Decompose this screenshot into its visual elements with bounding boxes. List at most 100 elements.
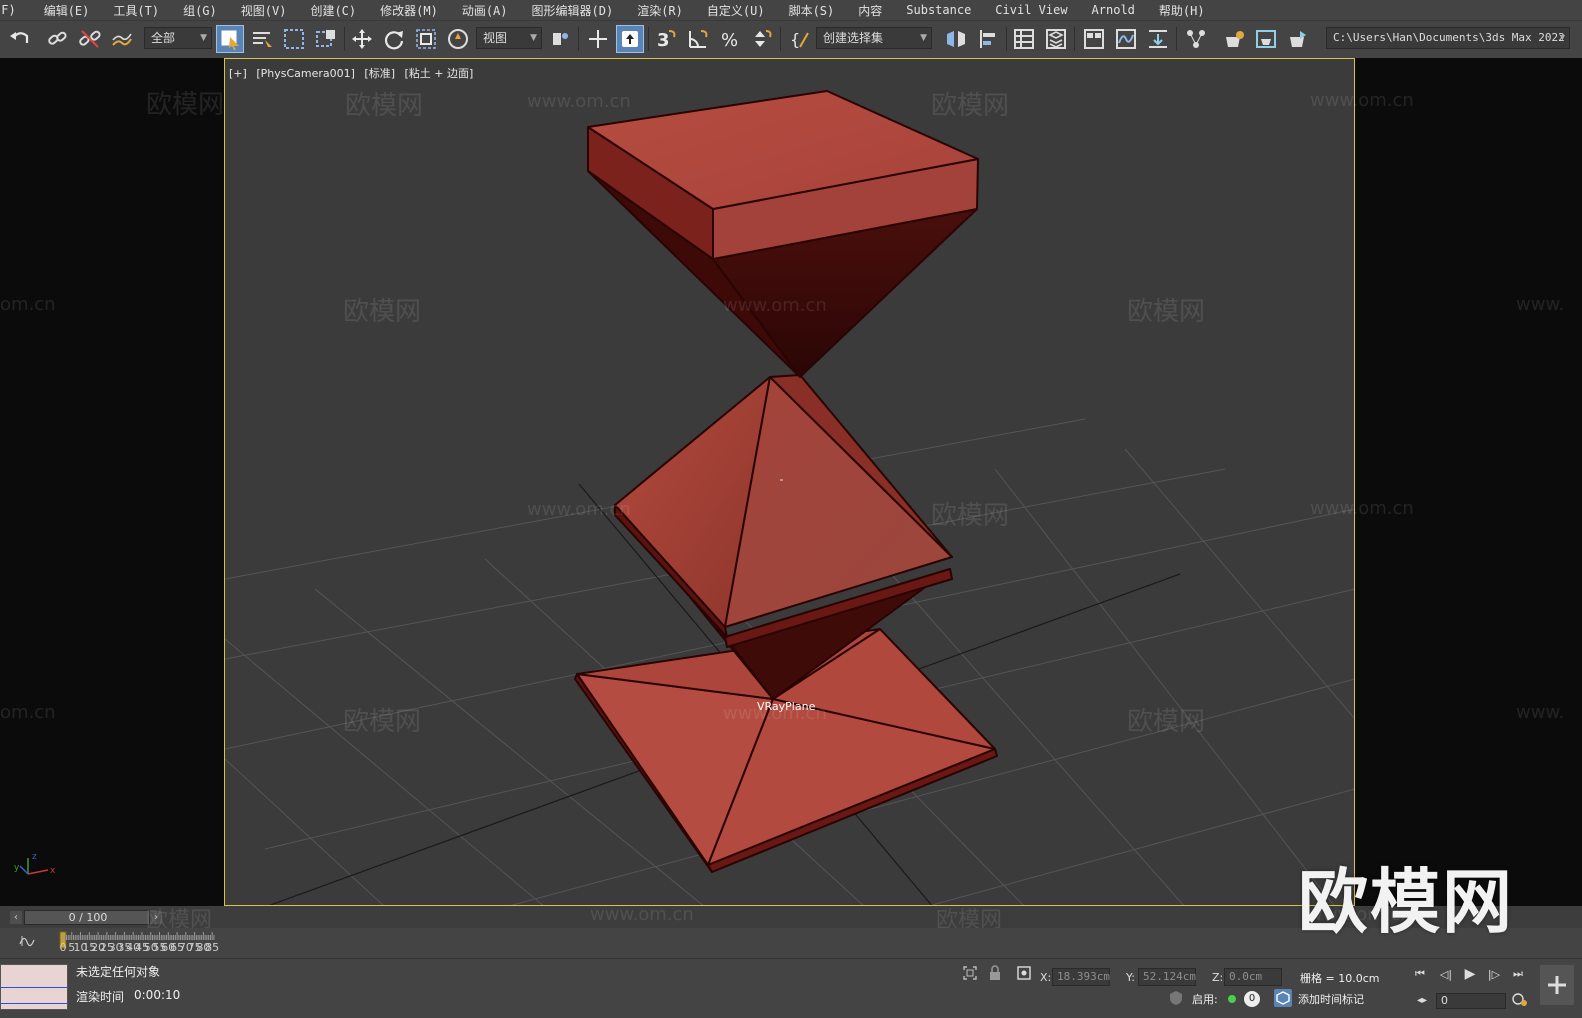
menu-item[interactable]: 修改器(M) <box>380 2 438 19</box>
previous-frame-button[interactable]: ◁| <box>1436 965 1456 983</box>
toggle-ribbon-button[interactable] <box>1080 25 1108 53</box>
viewport-area: [+] [PhysCamera001] [标准] [粘土 + 边面] VRayP… <box>0 58 1582 906</box>
menu-item[interactable]: 帮助(H) <box>1159 2 1205 19</box>
brand-watermark-logo: 欧模网 <box>1298 861 1514 943</box>
prev-frame-slider-button[interactable]: ‹ <box>10 911 22 924</box>
menu-item[interactable]: 工具(T) <box>113 2 159 19</box>
watermark-url: www.om.cn <box>723 295 827 316</box>
layer-explorer-button[interactable] <box>1042 25 1070 53</box>
viewport-camera-menu[interactable]: [PhysCamera001] <box>256 67 355 80</box>
rendered-frame-window-button[interactable] <box>1252 25 1280 53</box>
x-coord-field[interactable]: 18.393cm <box>1052 968 1110 986</box>
go-to-start-button[interactable]: ⏮ <box>1410 965 1430 983</box>
go-to-end-button[interactable]: ⏭ <box>1508 965 1528 983</box>
menu-item[interactable]: 创建(C) <box>310 2 356 19</box>
schematic-view-button[interactable] <box>1144 25 1172 53</box>
keyboard-shortcut-override-button[interactable] <box>616 25 644 53</box>
y-coord-label: Y: <box>1126 971 1135 984</box>
camera-viewport[interactable]: [+] [PhysCamera001] [标准] [粘土 + 边面] VRayP… <box>224 58 1355 906</box>
snaps-toggle-button[interactable]: 3 <box>652 25 680 53</box>
axis-x-label: x <box>50 866 56 876</box>
menu-item[interactable]: 动画(A) <box>462 2 508 19</box>
menu-item[interactable]: 编辑(E) <box>44 2 90 19</box>
rectangular-selection-button[interactable] <box>280 25 308 53</box>
mirror-button[interactable] <box>942 25 970 53</box>
z-coord-label: Z: <box>1212 971 1224 984</box>
isolate-selection-icon[interactable] <box>962 965 978 981</box>
reference-coord-dropdown[interactable]: 视图 ▼ <box>476 27 542 49</box>
current-frame-field[interactable]: 0 <box>1436 993 1506 1009</box>
percent-snap-button[interactable]: % <box>716 25 744 53</box>
time-slider[interactable]: 0 / 100 <box>24 910 150 925</box>
y-coord-field[interactable]: 52.124cm <box>1138 968 1196 986</box>
menu-item[interactable]: 脚本(S) <box>789 2 835 19</box>
next-frame-button[interactable]: |▷ <box>1484 965 1504 983</box>
menu-item[interactable]: 渲染(R) <box>637 2 683 19</box>
viewport-shading-menu[interactable]: [粘土 + 边面] <box>405 67 474 80</box>
selection-lock-icon[interactable] <box>988 965 1002 981</box>
axis-z-label: z <box>32 852 37 862</box>
bind-spacewarp-button[interactable] <box>108 25 136 53</box>
zoom-extents-all-button[interactable] <box>1540 965 1574 1005</box>
key-mode-toggle-icon[interactable]: ◂▸ <box>1412 991 1432 1009</box>
viewport-plus-menu[interactable]: [+] <box>229 67 247 80</box>
adaptive-degradation-icon[interactable] <box>1168 990 1184 1006</box>
watermark-url-partial: om.cn <box>0 294 56 315</box>
axis-y-label: y <box>14 863 20 873</box>
move-button[interactable] <box>348 25 376 53</box>
menu-item[interactable]: Arnold <box>1092 3 1135 17</box>
enable-label: 启用: <box>1192 993 1218 1006</box>
watermark-brand: 欧模网 <box>343 297 422 327</box>
render-time-label: 渲染时间 <box>76 990 125 1004</box>
viewport-label[interactable]: [+] [PhysCamera001] [标准] [粘土 + 边面] <box>229 65 479 81</box>
time-config-icon[interactable] <box>1512 991 1528 1007</box>
spinner-snap-button[interactable] <box>748 25 776 53</box>
select-object-button[interactable] <box>216 25 244 53</box>
menu-item[interactable]: 图形编辑器(D) <box>532 2 614 19</box>
material-editor-button[interactable] <box>1182 25 1210 53</box>
menu-item[interactable]: Substance <box>906 3 971 17</box>
absolute-mode-transform-icon[interactable] <box>1016 965 1032 981</box>
menu-item[interactable]: Civil View <box>995 3 1067 17</box>
select-by-name-button[interactable] <box>248 25 276 53</box>
project-folder-dropdown[interactable]: C:\Users\Han\Documents\3ds Max 2022 ▼ <box>1326 27 1570 49</box>
viewport-mode-menu[interactable]: [标准] <box>364 67 395 80</box>
align-button[interactable] <box>974 25 1002 53</box>
menu-item[interactable]: 视图(V) <box>241 2 287 19</box>
angle-snap-button[interactable] <box>684 25 712 53</box>
svg-text:%: % <box>721 30 738 51</box>
status-bar: 未选定任何对象 渲染时间 0:00:10 X: 18.393cm Y: 52.1… <box>0 958 1582 1018</box>
watermark-url: www.om.cn <box>723 703 827 724</box>
edit-named-selection-button[interactable]: { <box>786 25 814 53</box>
scene-explorer-button[interactable] <box>1010 25 1038 53</box>
window-crossing-button[interactable] <box>312 25 340 53</box>
menu-item[interactable]: (F) <box>0 3 16 17</box>
enable-count-badge[interactable]: 0 <box>1244 991 1260 1007</box>
menu-item[interactable]: 自定义(U) <box>707 2 765 19</box>
unlink-button[interactable] <box>76 25 104 53</box>
named-selection-dropdown[interactable]: 创建选择集 ▼ <box>816 27 932 49</box>
watermark-url: www.om.cn <box>1310 90 1414 111</box>
curve-editor-button[interactable] <box>1112 25 1140 53</box>
render-setup-button[interactable] <box>1220 25 1248 53</box>
svg-text:3: 3 <box>657 30 670 51</box>
rotate-button[interactable] <box>380 25 408 53</box>
link-button[interactable] <box>44 25 72 53</box>
selection-filter-dropdown[interactable]: 全部 ▼ <box>144 27 212 49</box>
time-tag-icon[interactable] <box>1274 989 1292 1007</box>
place-button[interactable] <box>444 25 472 53</box>
maxscript-listener[interactable] <box>0 964 68 1010</box>
menu-item[interactable]: 内容 <box>858 2 882 19</box>
z-coord-field[interactable]: 0.0cm <box>1224 968 1282 986</box>
render-production-button[interactable] <box>1284 25 1312 53</box>
pivot-center-button[interactable] <box>546 25 574 53</box>
play-button[interactable]: ▶ <box>1460 965 1480 983</box>
menu-item[interactable]: 组(G) <box>183 2 217 19</box>
scale-button[interactable] <box>412 25 440 53</box>
selection-status: 未选定任何对象 <box>76 965 161 979</box>
watermark-url-partial: www. <box>1516 294 1565 315</box>
watermark-brand: 欧模网 <box>1127 707 1206 737</box>
select-manipulate-button[interactable] <box>584 25 612 53</box>
add-time-tag-button[interactable]: 添加时间标记 <box>1298 991 1364 1007</box>
undo-button[interactable] <box>6 25 34 53</box>
